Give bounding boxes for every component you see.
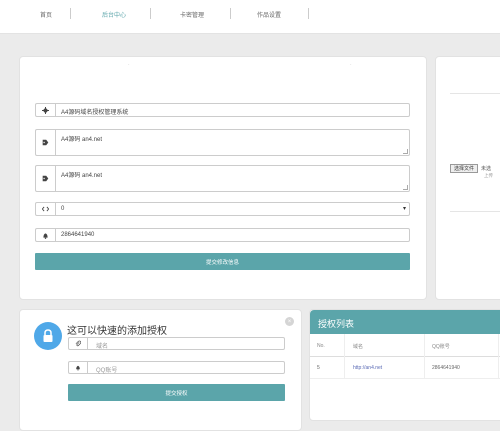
- nav-divider: [70, 8, 71, 19]
- column-header-domain: 域名: [353, 344, 364, 350]
- qq-placeholder: QQ账号: [96, 368, 118, 374]
- qq-input[interactable]: QQ账号: [68, 361, 285, 374]
- bell-icon: [69, 362, 88, 373]
- auth-list-title: 授权列表: [318, 319, 355, 329]
- gear-icon: [36, 104, 56, 116]
- row-no: 5: [317, 365, 320, 371]
- code-icon: [36, 203, 56, 215]
- column-header-qq: QQ账号: [432, 344, 450, 350]
- card-header-divider: [450, 93, 500, 94]
- choose-file-button[interactable]: 选择文件: [450, 164, 478, 173]
- bell-icon: [36, 229, 56, 241]
- resize-handle[interactable]: [403, 149, 408, 154]
- table-header-divider: [310, 356, 500, 357]
- resize-handle[interactable]: [403, 185, 408, 190]
- row-domain-link[interactable]: http://an4.net: [353, 365, 382, 371]
- keywords-value: A4源码 an4.net: [61, 137, 103, 143]
- column-header-no: No.: [317, 343, 325, 349]
- nav-card-manage[interactable]: 卡密管理: [180, 10, 204, 19]
- submit-settings-button[interactable]: 提交修改信息: [35, 253, 410, 270]
- option-select[interactable]: 0 ▾: [35, 202, 410, 216]
- description-field[interactable]: A4源码 an4.net: [35, 165, 410, 192]
- description-value: A4源码 an4.net: [61, 173, 103, 179]
- quick-add-title: 这可以快速的添加授权: [67, 326, 167, 337]
- top-navbar: 首页 后台中心 卡密管理 作品设置: [0, 0, 500, 34]
- row-qq: 2864641940: [432, 365, 460, 371]
- submit-auth-button[interactable]: 提交授权: [68, 384, 285, 401]
- lock-icon: [34, 322, 62, 350]
- close-icon[interactable]: ×: [285, 317, 294, 326]
- card-header-mark: ·: [350, 62, 352, 68]
- domain-placeholder: 域名: [96, 344, 109, 350]
- nav-home[interactable]: 首页: [40, 10, 52, 19]
- nav-divider: [308, 8, 309, 19]
- card-header-mark: ·: [128, 62, 130, 68]
- tag-icon: [36, 166, 56, 191]
- table-row-divider: [310, 378, 500, 379]
- keywords-field[interactable]: A4源码 an4.net: [35, 129, 410, 156]
- table-row[interactable]: [310, 358, 500, 378]
- chevron-down-icon: ▾: [402, 206, 406, 212]
- nav-divider: [150, 8, 151, 19]
- qq-field[interactable]: 2864641940: [35, 228, 410, 242]
- upload-hint: 上传: [484, 173, 493, 178]
- domain-input[interactable]: 域名: [68, 337, 285, 350]
- site-title-field[interactable]: A4源码域名授权管理系统: [35, 103, 410, 117]
- paperclip-icon: [69, 338, 88, 349]
- tag-icon: [36, 130, 56, 155]
- select-value: 0: [61, 206, 65, 212]
- site-title-value: A4源码域名授权管理系统: [61, 110, 129, 116]
- nav-admin-center[interactable]: 后台中心: [102, 10, 126, 19]
- qq-value: 2864641940: [61, 232, 95, 238]
- nav-settings[interactable]: 作品设置: [257, 10, 281, 19]
- no-file-text: 未选: [481, 166, 492, 172]
- card-footer-divider: [450, 211, 500, 212]
- nav-divider: [230, 8, 231, 19]
